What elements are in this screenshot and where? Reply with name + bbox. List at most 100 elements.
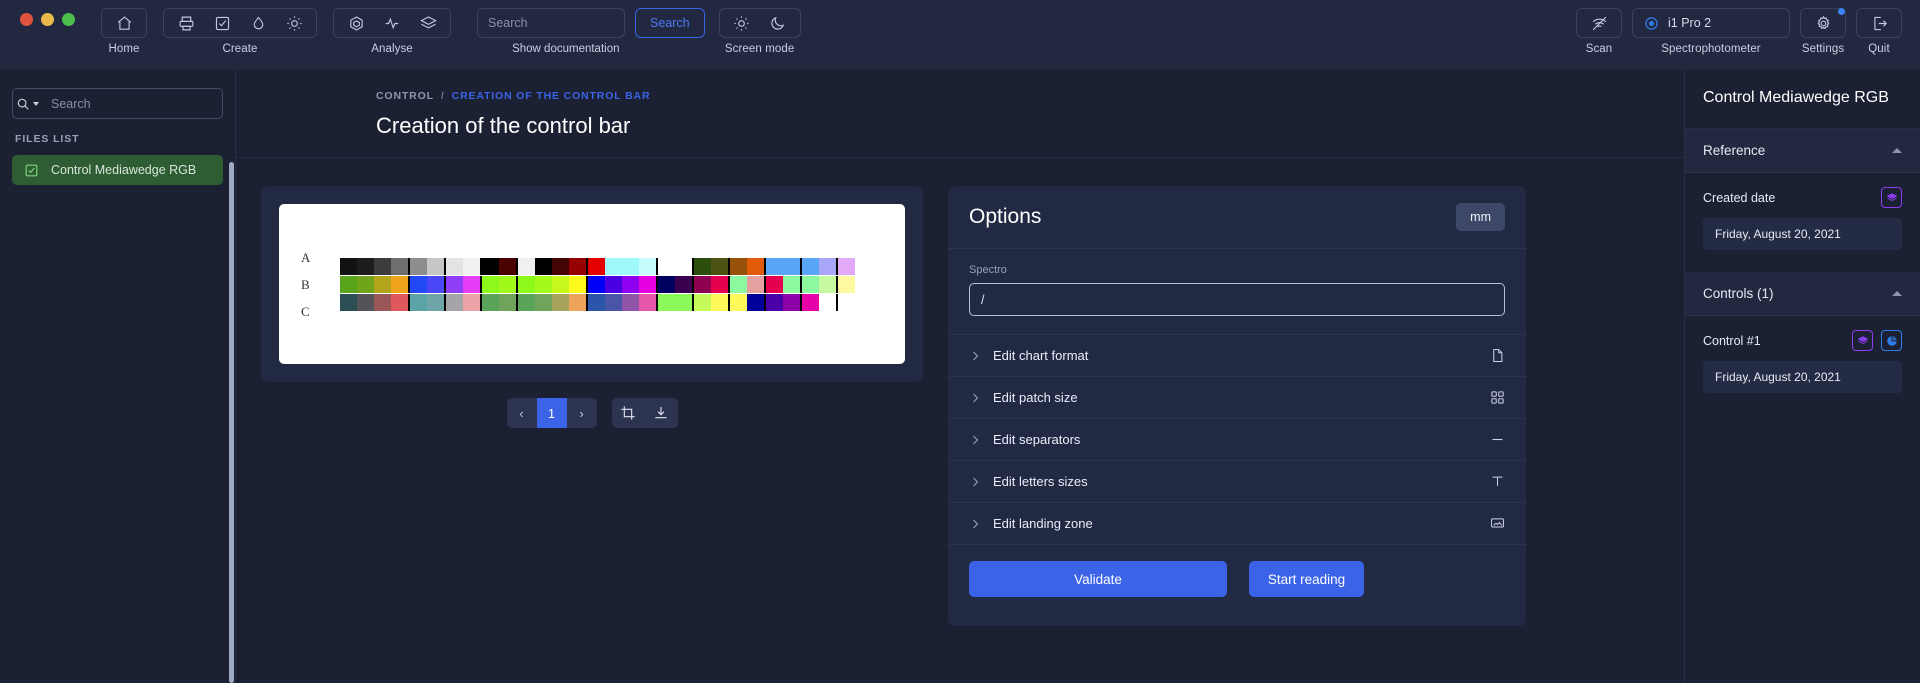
chart-patch — [622, 257, 640, 275]
documentation-label: Show documentation — [512, 43, 620, 55]
right-panel-section-reference[interactable]: Reference — [1685, 129, 1920, 173]
chart-patch — [410, 257, 428, 275]
breadcrumb-parent[interactable]: CONTROL — [376, 90, 434, 102]
created-date-value: Friday, August 20, 2021 — [1703, 218, 1902, 250]
documentation-search-input[interactable] — [477, 8, 625, 38]
chart-patch — [552, 257, 570, 275]
home-icon[interactable] — [106, 9, 142, 37]
chart-patch — [730, 275, 748, 293]
accordion-edit-letters-sizes[interactable]: Edit letters sizes — [948, 460, 1526, 502]
accordion-edit-landing-zone[interactable]: Edit landing zone — [948, 502, 1526, 544]
layers-icon[interactable] — [1881, 187, 1902, 208]
documentation-search-button[interactable]: Search — [635, 8, 705, 38]
chart-controls: ‹ 1 › — [261, 398, 923, 428]
chart-patch — [552, 275, 570, 293]
chart-row-labels: A B C — [301, 249, 310, 320]
right-panel-section-controls[interactable]: Controls (1) — [1685, 272, 1920, 316]
check-square-icon[interactable] — [204, 9, 240, 37]
chart-patch — [446, 257, 464, 275]
settings-badge — [1838, 8, 1845, 15]
chart-patch — [802, 257, 820, 275]
gear-icon[interactable] — [1805, 9, 1841, 37]
accordion-edit-separators[interactable]: Edit separators — [948, 418, 1526, 460]
chart-patch — [747, 293, 765, 311]
accordion-edit-patch-size[interactable]: Edit patch size — [948, 376, 1526, 418]
chart-patch — [518, 293, 536, 311]
spectrophotometer-selector[interactable]: i1 Pro 2 — [1632, 8, 1790, 38]
file-icon — [1490, 348, 1505, 363]
top-toolbar: Home Create Analyse Search Search Show d… — [0, 0, 1920, 70]
chart-patch — [605, 257, 623, 275]
quit-label: Quit — [1868, 43, 1890, 55]
chart-patch-row — [340, 293, 856, 311]
chart-patch — [622, 275, 640, 293]
chart-patch — [819, 293, 837, 311]
chart-patch — [374, 275, 392, 293]
chart-patch — [838, 293, 856, 311]
options-body: Spectro — [948, 249, 1526, 316]
screen-mode-label: Screen mode — [724, 43, 795, 55]
toolbar-group-screen-mode: Screen mode — [718, 0, 801, 55]
pagination-page-1[interactable]: 1 — [536, 398, 567, 428]
toolbar-group-analyse: Analyse — [333, 0, 451, 55]
chart-patch-grid — [340, 257, 856, 311]
quit-box — [1856, 8, 1902, 38]
chart-patch — [499, 275, 517, 293]
sun-icon[interactable] — [724, 9, 760, 37]
layers-icon[interactable] — [1852, 330, 1873, 351]
printer-icon[interactable] — [168, 9, 204, 37]
search-icon[interactable] — [12, 88, 41, 119]
sidebar-item-control-mediawedge-rgb[interactable]: Control Mediawedge RGB — [12, 155, 223, 185]
crop-icon[interactable] — [612, 398, 645, 428]
unit-toggle-button[interactable]: mm — [1456, 203, 1505, 231]
chart-patch — [711, 257, 729, 275]
accordion-edit-chart-format[interactable]: Edit chart format — [948, 334, 1526, 376]
chart-canvas[interactable]: A B C — [279, 204, 905, 364]
chart-patch — [374, 257, 392, 275]
breadcrumb-separator: / — [440, 90, 445, 102]
chart-row-label: A — [301, 249, 311, 265]
chart-patch — [838, 275, 856, 293]
layers-icon[interactable] — [410, 9, 446, 37]
scan-group: Scan — [1576, 8, 1622, 55]
accordion-label: Edit chart format — [993, 348, 1089, 363]
maximize-window-button[interactable] — [62, 13, 75, 26]
pulse-icon[interactable] — [374, 9, 410, 37]
control-item-head: Control #1 — [1703, 330, 1902, 351]
chevron-right-icon — [969, 350, 981, 362]
chart-column: A B C ‹ 1 › — [261, 186, 923, 683]
documentation-search-row: Search — [477, 8, 705, 38]
pagination-prev[interactable]: ‹ — [507, 398, 537, 428]
pie-chart-icon[interactable] — [1881, 330, 1902, 351]
spectro-input[interactable] — [969, 283, 1505, 316]
scan-box — [1576, 8, 1622, 38]
logout-icon[interactable] — [1861, 9, 1897, 37]
chevron-right-icon — [969, 518, 981, 530]
validate-button[interactable]: Validate — [969, 561, 1227, 597]
chart-patch — [499, 257, 517, 275]
window-traffic-lights — [18, 0, 75, 26]
sun-icon[interactable] — [276, 9, 312, 37]
application-window: Home Create Analyse Search Search Show d… — [0, 0, 1920, 683]
created-date-label: Created date — [1703, 190, 1776, 205]
chart-patch — [802, 275, 820, 293]
pagination-next[interactable]: › — [567, 398, 597, 428]
breadcrumb-current[interactable]: CREATION OF THE CONTROL BAR — [452, 90, 651, 102]
moon-icon[interactable] — [760, 9, 796, 37]
chart-patch — [588, 275, 606, 293]
chart-patch — [463, 257, 481, 275]
scan-off-icon[interactable] — [1581, 9, 1617, 37]
start-reading-button[interactable]: Start reading — [1249, 561, 1364, 597]
minimize-window-button[interactable] — [41, 13, 54, 26]
droplet-icon[interactable] — [240, 9, 276, 37]
files-list-title: FILES LIST — [15, 133, 80, 145]
chart-patch — [783, 257, 801, 275]
close-window-button[interactable] — [20, 13, 33, 26]
chevron-right-icon — [969, 392, 981, 404]
sidebar-search-input[interactable] — [41, 88, 223, 119]
toolbar-group-analyse-box — [333, 8, 451, 38]
download-icon[interactable] — [645, 398, 678, 428]
cube-icon[interactable] — [338, 9, 374, 37]
sidebar-scrollbar[interactable] — [229, 162, 234, 683]
check-square-icon — [24, 163, 39, 178]
